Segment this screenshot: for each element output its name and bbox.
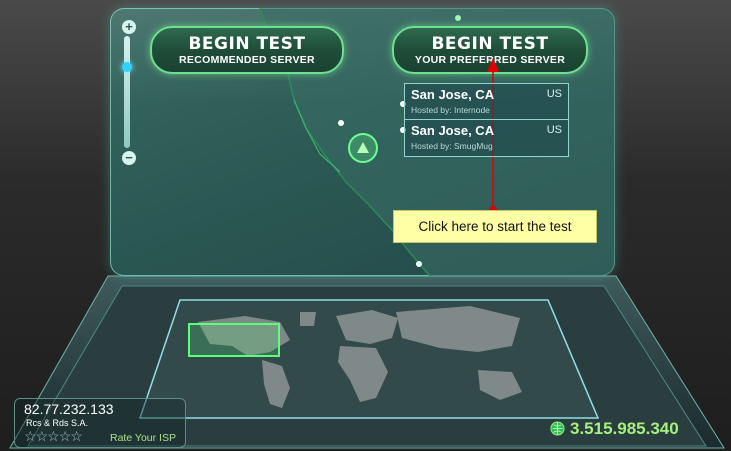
start-test-tooltip: Click here to start the test [393,210,597,243]
globe-icon [550,421,565,436]
begin-test-label: BEGIN TEST [431,34,549,54]
zoom-in-button[interactable]: + [122,20,136,34]
recommended-server-label: RECOMMENDED SERVER [179,54,315,66]
server-country: US [546,88,562,100]
server-city: San Jose, CA [411,87,495,102]
client-isp: Rcs & Rds S.A. [26,418,89,428]
zoom-slider-track[interactable] [124,36,130,148]
client-ip: 82.77.232.133 [24,401,114,417]
star-icon[interactable]: ☆ [36,428,49,444]
rate-isp-link[interactable]: Rate Your ISP [110,432,176,444]
star-icon[interactable]: ☆ [59,428,72,444]
star-icon[interactable]: ☆ [47,428,60,444]
begin-test-recommended-button[interactable]: BEGIN TEST RECOMMENDED SERVER [150,26,344,74]
rating-stars[interactable]: ☆☆☆☆☆ [24,428,83,445]
begin-test-preferred-button[interactable]: BEGIN TEST YOUR PREFERRED SERVER [392,26,588,74]
server-host: Hosted by: SmugMug [411,141,493,151]
tests-counter: 3.515.985.340 [570,419,679,438]
selected-region [188,323,280,357]
zoom-slider-knob[interactable] [122,62,132,72]
server-country: US [546,124,562,136]
zoom-out-button[interactable]: − [122,151,136,165]
begin-test-label: BEGIN TEST [188,34,306,54]
preferred-server-label: YOUR PREFERRED SERVER [414,54,566,66]
server-list-item[interactable]: San Jose, CA Hosted by: Internode US [405,84,568,120]
server-host: Hosted by: Internode [411,105,490,115]
star-icon[interactable]: ☆ [70,428,83,444]
server-city: San Jose, CA [411,123,495,138]
star-icon[interactable]: ☆ [24,428,37,444]
server-list-item[interactable]: San Jose, CA Hosted by: SmugMug US [405,120,568,155]
server-list: San Jose, CA Hosted by: Internode US San… [404,83,569,157]
